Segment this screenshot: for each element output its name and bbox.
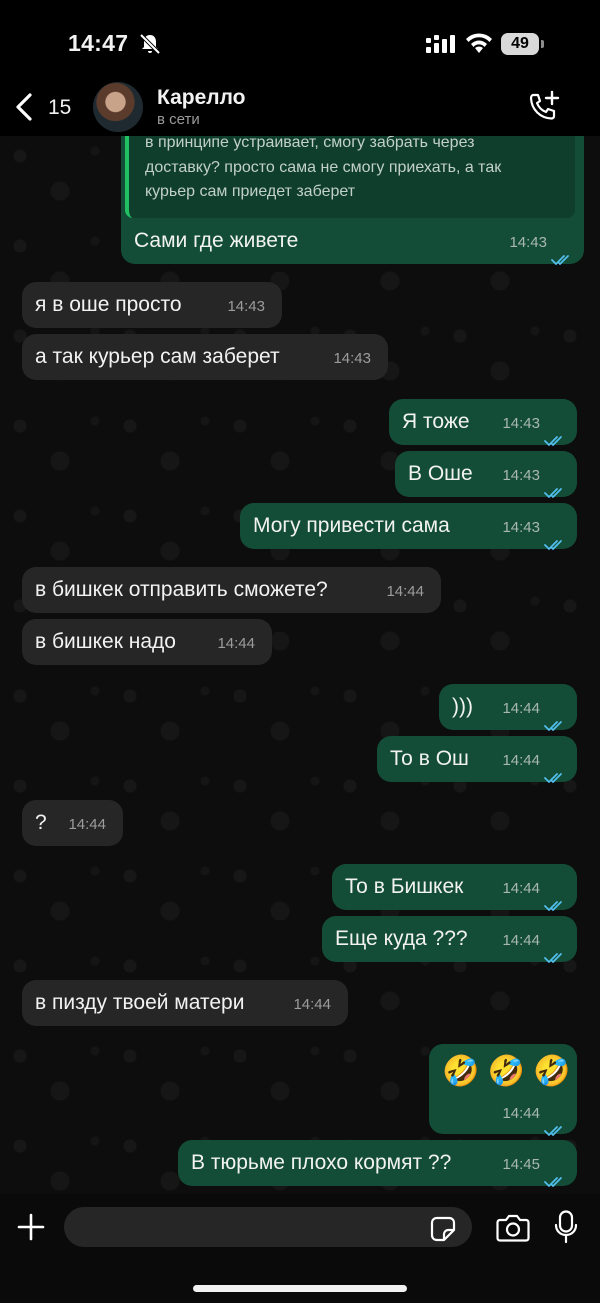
message-bubble[interactable]: Могу привести сама 14:43 bbox=[240, 503, 577, 550]
message-time: 14:44 bbox=[502, 752, 540, 769]
message-bubble[interactable]: а так курьер сам заберет 14:43 bbox=[22, 334, 388, 380]
message-time: 14:44 bbox=[68, 816, 106, 833]
message-text: То в Ош bbox=[390, 747, 469, 770]
camera-icon[interactable] bbox=[496, 1214, 530, 1242]
quoted-line: доставку? просто сама не смогу приехать,… bbox=[145, 159, 502, 176]
message-bubble[interactable]: То в Ош 14:44 bbox=[377, 736, 577, 783]
message-text: ))) bbox=[452, 695, 473, 718]
message-text: Могу привести сама bbox=[253, 514, 450, 537]
chat-header: 15 Карелло в сети bbox=[0, 78, 600, 136]
message-time: 14:44 bbox=[502, 1105, 540, 1122]
call-add-icon[interactable] bbox=[526, 90, 560, 124]
message-time: 14:43 bbox=[502, 415, 540, 432]
message-time: 14:44 bbox=[217, 635, 255, 652]
double-check-icon bbox=[544, 883, 566, 911]
avatar[interactable] bbox=[93, 82, 143, 132]
message-text: ? bbox=[35, 811, 47, 834]
status-time: 14:47 bbox=[68, 30, 129, 56]
message-bubble[interactable]: в пизду твоей матери 14:44 bbox=[22, 980, 348, 1026]
message-time: 14:43 bbox=[502, 519, 540, 536]
unread-count[interactable]: 15 bbox=[48, 96, 71, 120]
message-bubble[interactable]: в бишкек отправить сможете? 14:44 bbox=[22, 567, 441, 613]
wifi-icon bbox=[466, 33, 492, 53]
back-chevron-icon[interactable] bbox=[14, 92, 36, 122]
plus-icon[interactable] bbox=[16, 1212, 46, 1242]
message-text: а так курьер сам заберет bbox=[35, 345, 280, 368]
double-check-icon bbox=[544, 1108, 566, 1136]
input-bar bbox=[0, 1194, 600, 1303]
signal-icon bbox=[426, 35, 455, 53]
message-bubble[interactable]: То в Бишкек 14:44 bbox=[332, 864, 577, 911]
double-check-icon bbox=[544, 418, 566, 446]
message-bubble[interactable]: Сами где живете 14:43 bbox=[121, 218, 584, 265]
message-text: я в оше просто bbox=[35, 293, 182, 316]
message-input[interactable] bbox=[64, 1207, 472, 1247]
message-text: Сами где живете bbox=[134, 229, 299, 252]
message-text: в бишкек отправить сможете? bbox=[35, 578, 328, 601]
message-time: 14:44 bbox=[502, 700, 540, 717]
message-text: Еще куда ??? bbox=[335, 927, 468, 950]
message-bubble[interactable]: ))) 14:44 bbox=[439, 684, 577, 731]
status-bar: 14:47 49 bbox=[0, 0, 600, 78]
quoted-line: курьер сам приедет заберет bbox=[145, 183, 356, 200]
message-text: В тюрьме плохо кормят ?? bbox=[191, 1151, 452, 1174]
message-time: 14:43 bbox=[227, 298, 265, 315]
message-time: 14:44 bbox=[502, 932, 540, 949]
message-time: 14:43 bbox=[502, 467, 540, 484]
message-bubble[interactable]: В Оше 14:43 bbox=[395, 451, 577, 498]
message-time: 14:44 bbox=[502, 880, 540, 897]
message-text: 🤣 🤣 🤣 bbox=[442, 1055, 571, 1088]
home-indicator[interactable] bbox=[193, 1285, 407, 1292]
battery-level: 49 bbox=[501, 33, 539, 55]
double-check-icon bbox=[544, 522, 566, 550]
battery-icon: 49 bbox=[501, 33, 545, 55]
message-time: 14:43 bbox=[509, 234, 547, 251]
quoted-line: в принципе устраивает, смогу забрать чер… bbox=[145, 136, 475, 151]
message-bubble[interactable]: Я тоже 14:43 bbox=[389, 399, 577, 446]
bell-slash-icon bbox=[139, 33, 161, 55]
message-text: Я тоже bbox=[402, 410, 470, 433]
message-bubble[interactable]: Еще куда ??? 14:44 bbox=[322, 916, 577, 963]
double-check-icon bbox=[544, 1159, 566, 1187]
double-check-icon bbox=[544, 703, 566, 731]
chat-area[interactable]: в принципе устраивает, смогу забрать чер… bbox=[0, 136, 600, 1194]
message-time: 14:43 bbox=[333, 350, 371, 367]
message-bubble[interactable]: ? 14:44 bbox=[22, 800, 123, 846]
message-bubble[interactable]: В тюрьме плохо кормят ?? 14:45 bbox=[178, 1140, 577, 1187]
double-check-icon bbox=[544, 755, 566, 783]
double-check-icon bbox=[544, 470, 566, 498]
contact-status: в сети bbox=[157, 111, 200, 128]
message-bubble[interactable]: 🤣 🤣 🤣 14:44 bbox=[429, 1044, 577, 1136]
message-time: 14:44 bbox=[293, 996, 331, 1013]
message-text: в пизду твоей матери bbox=[35, 991, 245, 1014]
message-text: В Оше bbox=[408, 462, 473, 485]
contact-name[interactable]: Карелло bbox=[157, 86, 246, 110]
double-check-icon bbox=[551, 237, 573, 265]
mic-icon[interactable] bbox=[554, 1210, 578, 1244]
sticker-icon[interactable] bbox=[430, 1216, 456, 1242]
message-time: 14:44 bbox=[386, 583, 424, 600]
message-text: в бишкек надо bbox=[35, 630, 176, 653]
message-bubble[interactable]: я в оше просто 14:43 bbox=[22, 282, 282, 328]
message-time: 14:45 bbox=[502, 1156, 540, 1173]
message-bubble[interactable]: в бишкек надо 14:44 bbox=[22, 619, 272, 665]
message-text: То в Бишкек bbox=[345, 875, 464, 898]
quoted-message[interactable]: в принципе устраивает, смогу забрать чер… bbox=[125, 136, 575, 218]
double-check-icon bbox=[544, 935, 566, 963]
